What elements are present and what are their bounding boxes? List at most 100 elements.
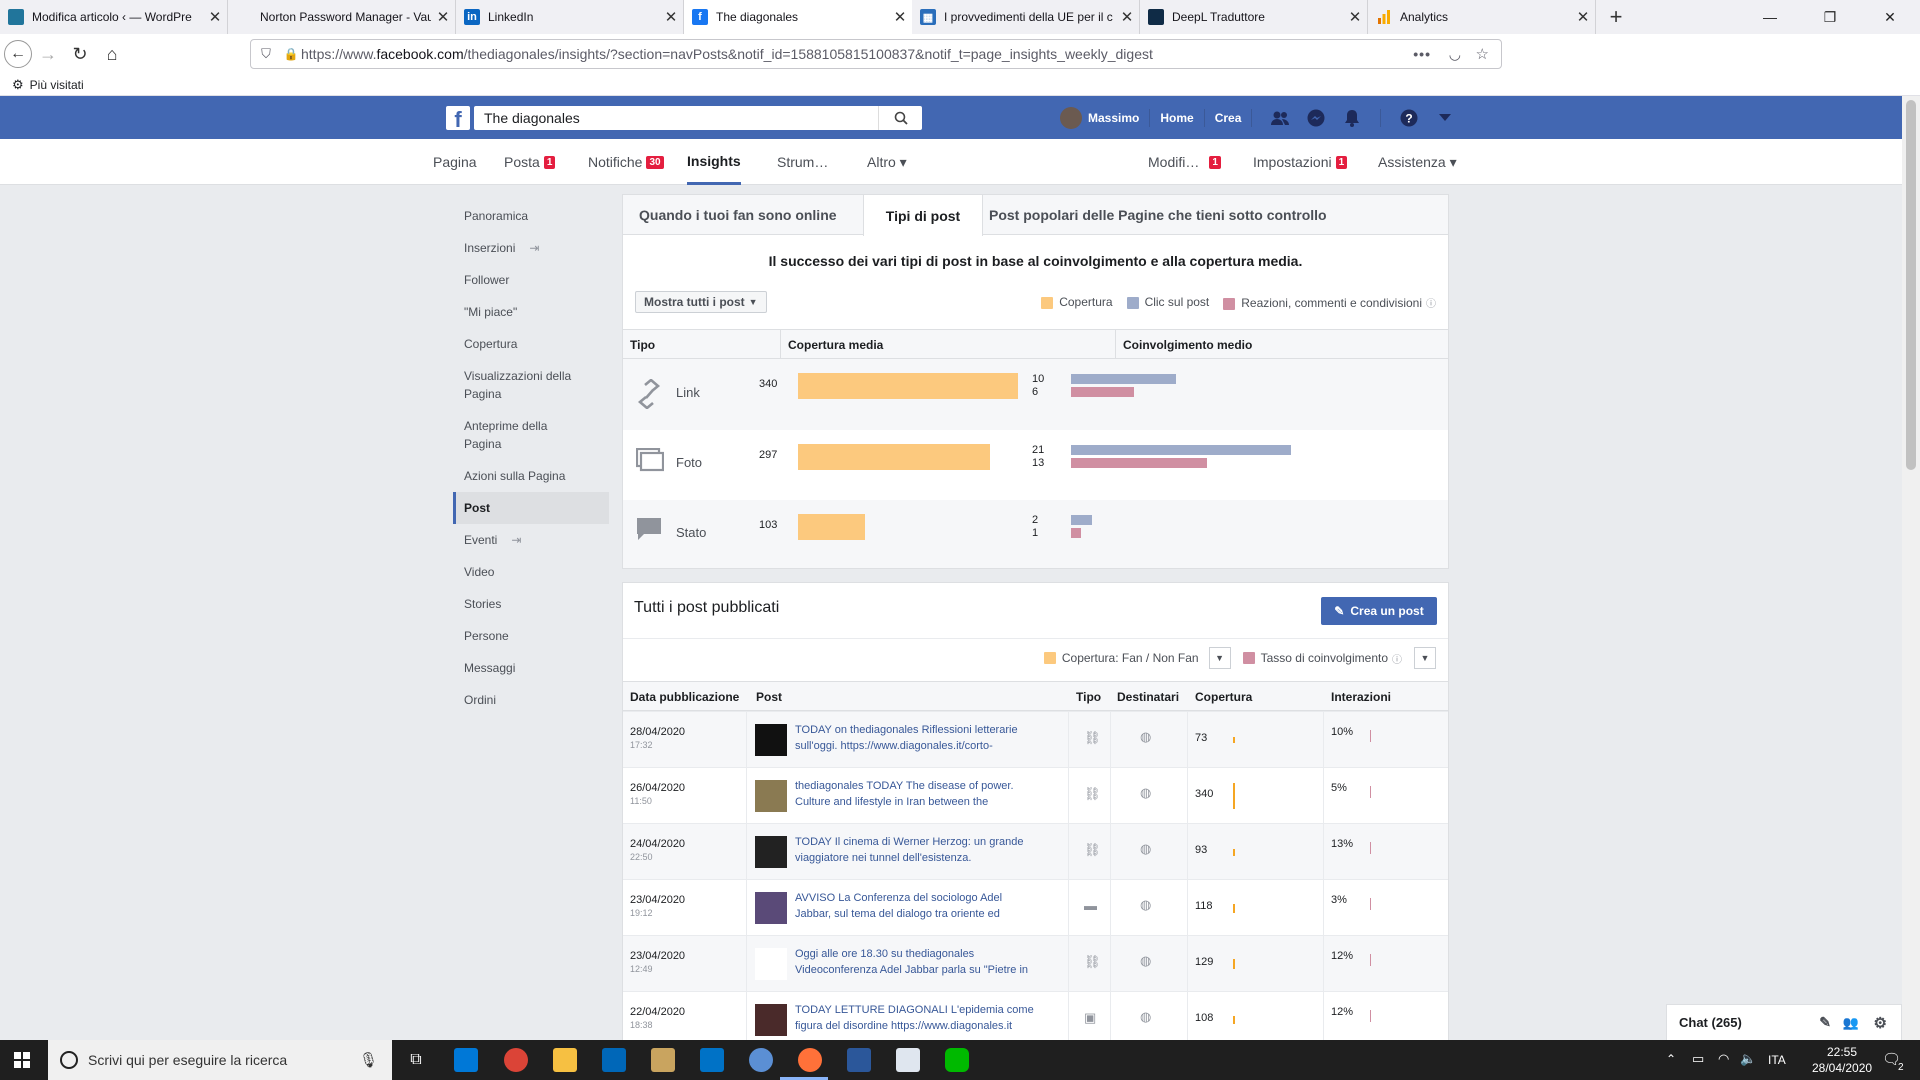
store-icon[interactable] xyxy=(602,1048,626,1072)
globe-icon[interactable] xyxy=(749,1048,773,1072)
search-icon[interactable] xyxy=(878,106,922,130)
chrome-icon[interactable] xyxy=(504,1048,528,1072)
close-icon[interactable]: ✕ xyxy=(659,8,683,26)
chevron-up-icon[interactable]: ⌃ xyxy=(1666,1052,1676,1066)
post-link[interactable]: TODAY Il cinema di Werner Herzog: un gra… xyxy=(795,834,1060,866)
close-icon[interactable]: ✕ xyxy=(1343,8,1367,26)
close-window-icon[interactable]: ✕ xyxy=(1860,0,1920,34)
back-icon[interactable]: ← xyxy=(4,40,32,68)
reload-icon[interactable]: ↻ xyxy=(64,38,96,70)
scrollbar[interactable] xyxy=(1902,96,1920,1040)
tab-deepl[interactable]: DeepL Traduttore ✕ xyxy=(1140,0,1368,34)
network-icon[interactable]: ▭ xyxy=(1692,1051,1704,1067)
close-icon[interactable]: ✕ xyxy=(1571,8,1595,26)
pocket-icon[interactable]: ◡ xyxy=(1449,46,1461,63)
group-icon[interactable]: 👥 xyxy=(1843,1015,1859,1031)
info-icon[interactable]: ⓘ xyxy=(1426,299,1436,310)
info-icon[interactable]: ⓘ xyxy=(1392,651,1402,666)
microphone-icon[interactable]: 🎙 xyxy=(359,1051,378,1069)
shield-icon[interactable]: ⛉ xyxy=(251,46,281,62)
create-post-button[interactable]: ✎ Crea un post xyxy=(1321,597,1437,625)
create-link[interactable]: Crea xyxy=(1215,111,1242,125)
tab-analytics[interactable]: Analytics ✕ xyxy=(1368,0,1596,34)
home-icon[interactable]: ⌂ xyxy=(96,38,128,70)
close-icon[interactable]: ✕ xyxy=(1115,8,1139,26)
sidebar-item-anteprime[interactable]: Anteprime della Pagina xyxy=(453,410,609,460)
star-icon[interactable]: ☆ xyxy=(1476,45,1489,63)
chevron-down-icon[interactable]: ▼ xyxy=(1208,647,1231,669)
document-icon[interactable] xyxy=(896,1048,920,1072)
sidebar-item-persone[interactable]: Persone xyxy=(453,620,609,652)
nav-pagina[interactable]: Pagina xyxy=(433,139,477,185)
sidebar-item-video[interactable]: Video xyxy=(453,556,609,588)
search-field[interactable]: The diagonales xyxy=(474,106,922,130)
close-icon[interactable]: ✕ xyxy=(431,8,455,26)
new-tab-button[interactable]: + xyxy=(1596,0,1636,34)
tab-fans-online[interactable]: Quando i tuoi fan sono online xyxy=(639,195,837,235)
tab-popular-posts[interactable]: Post popolari delle Pagine che tieni sot… xyxy=(989,195,1327,235)
nav-assistenza[interactable]: Assistenza ▾ xyxy=(1378,139,1457,185)
compose-icon[interactable]: ✎ xyxy=(1819,1014,1831,1031)
table-row[interactable]: 23/04/2020 12:49 Oggi alle ore 18.30 su th… xyxy=(623,935,1448,992)
close-icon[interactable]: ✕ xyxy=(203,8,227,26)
nav-strumenti[interactable]: Strum… xyxy=(777,139,828,185)
filter-dropdown[interactable]: Mostra tutti i post ▼ xyxy=(635,291,767,313)
avatar[interactable] xyxy=(1060,106,1082,129)
user-link[interactable]: Massimo xyxy=(1088,111,1139,125)
facebook-logo-icon[interactable]: f xyxy=(446,106,470,132)
post-link[interactable]: Oggi alle ore 18.30 su thediagonales Vide… xyxy=(795,946,1060,978)
tab-eu[interactable]: ▦ I provvedimenti della UE per il c ✕ xyxy=(912,0,1140,34)
tab-wordpress[interactable]: Modifica articolo ‹ — WordPre ✕ xyxy=(0,0,228,34)
forward-icon[interactable]: → xyxy=(32,38,64,70)
restore-icon[interactable]: ❐ xyxy=(1800,0,1860,34)
chevron-down-icon[interactable]: ▼ xyxy=(1414,647,1436,669)
friends-icon[interactable] xyxy=(1268,106,1292,130)
sidebar-item-inserzioni[interactable]: Inserzioni ⇥ xyxy=(453,232,609,264)
windows-start-icon[interactable] xyxy=(14,1052,30,1068)
post-link[interactable]: TODAY on thediagonales Riflessioni lette… xyxy=(795,722,1060,754)
lock-icon[interactable]: 🔒 xyxy=(281,47,301,61)
sidebar-item-messaggi[interactable]: Messaggi xyxy=(453,652,609,684)
sidebar-item-post[interactable]: Post xyxy=(453,492,609,524)
tab-norton[interactable]: Norton Password Manager - Vault ✕ xyxy=(228,0,456,34)
sidebar-item-ordini[interactable]: Ordini xyxy=(453,684,609,716)
more-icon[interactable]: ••• xyxy=(1413,46,1431,62)
table-row[interactable]: 23/04/2020 19:12 AVVISO La Conferenza del … xyxy=(623,879,1448,936)
nav-notifiche[interactable]: Notifiche 30 xyxy=(588,139,664,185)
bell-icon[interactable] xyxy=(1340,106,1364,130)
table-row[interactable]: 26/04/2020 11:50 thediagonales TODAY The d… xyxy=(623,767,1448,824)
nav-altro[interactable]: Altro ▾ xyxy=(867,139,907,185)
word-icon[interactable] xyxy=(847,1048,871,1072)
nav-impostazioni[interactable]: Impostazioni 1 xyxy=(1253,139,1348,185)
sidebar-item-azioni[interactable]: Azioni sulla Pagina xyxy=(453,460,609,492)
scrollbar-thumb[interactable] xyxy=(1906,100,1916,470)
home-link[interactable]: Home xyxy=(1160,111,1193,125)
minimize-icon[interactable]: — xyxy=(1740,0,1800,34)
nav-modifica[interactable]: Modifi… 1 xyxy=(1148,139,1221,185)
sidebar-item-stories[interactable]: Stories xyxy=(453,588,609,620)
post-link[interactable]: thediagonales TODAY The disease of power… xyxy=(795,778,1060,810)
gear-icon[interactable]: ⚙ xyxy=(1874,1014,1887,1032)
search-input[interactable]: The diagonales xyxy=(484,110,580,126)
taskbar-search[interactable]: Scrivi qui per eseguire la ricerca 🎙 xyxy=(48,1040,392,1080)
sidebar-item-copertura[interactable]: Copertura xyxy=(453,328,609,360)
post-link[interactable]: TODAY LETTURE DIAGONALI L'epidemia come f… xyxy=(795,1002,1060,1034)
sidebar-item-panoramica[interactable]: Panoramica xyxy=(453,200,609,232)
table-row[interactable]: 22/04/2020 18:38 TODAY LETTURE DIAGONALI L… xyxy=(623,991,1448,1041)
edge-icon[interactable] xyxy=(454,1048,478,1072)
sidebar-item-mi-piace[interactable]: "Mi piace" xyxy=(453,296,609,328)
volume-icon[interactable]: 🔈 xyxy=(1740,1051,1756,1067)
table-row[interactable]: 24/04/2020 22:50 TODAY Il cinema di Werner… xyxy=(623,823,1448,880)
sidebar-item-eventi[interactable]: Eventi ⇥ xyxy=(453,524,609,556)
close-icon[interactable]: ✕ xyxy=(888,8,912,26)
outlook-icon[interactable] xyxy=(700,1048,724,1072)
firefox-icon[interactable] xyxy=(798,1048,822,1072)
chat-bar[interactable]: Chat (265) ✎ 👥 ⚙ xyxy=(1666,1004,1902,1040)
file-explorer-icon[interactable] xyxy=(553,1048,577,1072)
nav-insights[interactable]: Insights xyxy=(687,139,741,185)
task-view-icon[interactable]: ⧉ xyxy=(404,1048,428,1072)
post-link[interactable]: AVVISO La Conferenza del sociologo Adel J… xyxy=(795,890,1060,922)
tab-facebook[interactable]: f The diagonales ✕ xyxy=(684,0,912,34)
messenger-icon[interactable] xyxy=(1304,106,1328,130)
url-bar[interactable]: ⛉ 🔒 https://www. facebook.com/thediagonal… xyxy=(250,39,1502,69)
